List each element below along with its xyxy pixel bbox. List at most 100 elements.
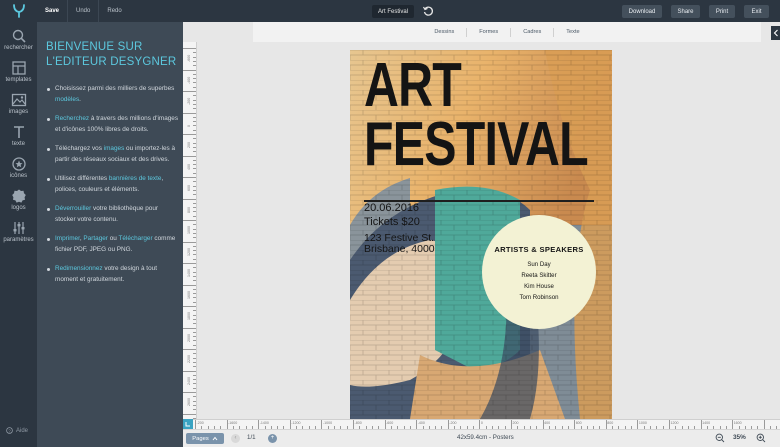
poster-tickets[interactable]: Tickets $20 — [364, 216, 420, 228]
rail-label: logos — [11, 205, 26, 211]
share-button[interactable]: Share — [671, 5, 700, 18]
poster-title-art[interactable]: ART — [364, 55, 462, 117]
document-title[interactable]: Art Festival — [372, 5, 415, 18]
download-link[interactable]: Télécharger — [118, 235, 152, 242]
search-link[interactable]: Recherchez — [55, 115, 89, 122]
ruler-tick — [193, 60, 196, 62]
ruler-corner-button[interactable] — [183, 419, 193, 429]
ruler-tick — [511, 420, 512, 429]
ruler-tick — [193, 344, 196, 346]
rail-item-icons[interactable]: icônes — [0, 156, 37, 186]
ruler-tick — [193, 361, 196, 363]
rail-label: texte — [11, 141, 25, 147]
zoom-in-icon[interactable] — [756, 433, 766, 443]
poster-title-festival[interactable]: FESTIVAL — [364, 114, 589, 176]
ruler-label: 400 — [187, 163, 191, 170]
workspace: Dessins Formes Cadres Texte -600 -400 -200… — [183, 22, 780, 447]
zoom-out-icon[interactable] — [715, 433, 725, 443]
rail-item-templates[interactable]: templates — [0, 60, 37, 90]
poster-address-line2[interactable]: Brisbane, 4000 — [364, 243, 435, 255]
ruler-tick — [193, 194, 196, 195]
ruler-tick — [193, 121, 196, 122]
rail-item-logos[interactable]: logos — [0, 188, 37, 218]
print-button[interactable]: Print — [709, 5, 735, 18]
print-link[interactable]: Imprimer — [55, 235, 80, 242]
ruler-tick — [193, 374, 196, 376]
tab-frames[interactable]: Cadres — [523, 29, 541, 35]
ruler-tick — [183, 177, 196, 178]
help-link[interactable]: ? Aide — [6, 427, 28, 434]
tab-text[interactable]: Texte — [566, 29, 579, 35]
ruler-tick — [193, 336, 196, 337]
ruler-tick — [193, 99, 196, 101]
ruler-tick — [321, 420, 322, 429]
tab-drawings[interactable]: Dessins — [434, 29, 454, 35]
ruler-tick — [732, 420, 733, 429]
desygner-logo[interactable] — [0, 0, 37, 22]
exit-button[interactable]: Exit — [744, 5, 769, 18]
tab-shapes[interactable]: Formes — [479, 29, 498, 35]
ruler-tick — [183, 241, 196, 243]
ruler-tick — [193, 366, 196, 367]
text-banners-link[interactable]: bannières de texte — [109, 175, 162, 182]
ruler-label: -200 — [196, 421, 204, 425]
ruler-tick — [193, 125, 196, 126]
unlock-link[interactable]: Déverrouiller — [55, 205, 91, 212]
previous-page-button[interactable]: ‹ — [231, 434, 240, 443]
ruler-tick — [183, 134, 196, 135]
bottom-bar: Pages ‹ 1/1 + 42x59.4cm - Posters 35% — [183, 429, 780, 447]
share-link[interactable]: Partager — [83, 235, 108, 242]
ruler-tick — [183, 69, 196, 71]
tab-divider — [553, 27, 555, 37]
ruler-icon — [185, 422, 190, 427]
ruler-label: 1000 — [187, 226, 191, 234]
history-icon[interactable] — [422, 5, 434, 17]
speaker-name: Tom Robinson — [519, 294, 559, 301]
rail-item-search[interactable]: rechercher — [0, 28, 37, 58]
ruler-tick — [193, 258, 196, 260]
rail-item-text[interactable]: texte — [0, 124, 37, 154]
ruler-label: 0 — [480, 421, 483, 425]
list-item: Recherchez à travers des millions d'imag… — [45, 114, 179, 135]
download-button[interactable]: Download — [622, 5, 662, 18]
pages-button[interactable]: Pages — [186, 433, 224, 444]
save-button[interactable]: Save — [37, 0, 69, 22]
redo-button[interactable]: Redo — [99, 0, 129, 22]
ruler-tick — [183, 306, 196, 307]
ruler-tick — [183, 349, 196, 350]
zoom-level[interactable]: 35% — [733, 434, 746, 441]
ruler-tick — [193, 164, 196, 165]
ruler-label: -600 — [386, 421, 394, 425]
svg-text:?: ? — [8, 428, 11, 433]
add-page-button[interactable]: + — [268, 434, 277, 443]
poster-canvas[interactable]: ART FESTIVAL 20.06.2016 Tickets $20 123 … — [350, 50, 612, 419]
undo-button[interactable]: Undo — [68, 0, 100, 22]
ruler-tick — [193, 211, 196, 212]
ruler-label: 1200 — [187, 247, 191, 256]
templates-link[interactable]: modèles — [55, 96, 79, 103]
rail-item-images[interactable]: images — [0, 92, 37, 122]
collapse-panel-button[interactable] — [771, 26, 780, 40]
resize-link[interactable]: Redimensionnez — [55, 265, 103, 272]
ruler-label: 800 — [187, 206, 191, 213]
poster-date[interactable]: 20.06.2016 — [364, 202, 419, 214]
ruler-label: -400 — [417, 421, 425, 425]
document-size[interactable]: 42x59.4cm - Posters — [457, 434, 514, 441]
ruler-tick — [193, 404, 196, 406]
ruler-tick — [700, 420, 702, 429]
speakers-circle[interactable]: ARTISTS & SPEAKERS Sun Day Reeta Skitter… — [482, 215, 596, 329]
ruler-tick — [183, 112, 196, 114]
rail-item-settings[interactable]: paramètres — [0, 220, 37, 250]
ruler-label: -200 — [449, 421, 457, 425]
images-link[interactable]: images — [104, 145, 125, 152]
list-item: Déverrouiller votre bibliothèque pour st… — [45, 204, 179, 225]
ruler-tick — [193, 108, 196, 109]
ruler-tick — [183, 263, 196, 264]
ruler-tick — [193, 379, 196, 380]
ruler-tick — [193, 310, 196, 311]
ruler-tick — [193, 271, 196, 273]
ruler-tick — [193, 340, 196, 341]
ruler-label: 600 — [187, 185, 191, 191]
list-item: Choisissez parmi des milliers de superbe… — [45, 84, 179, 105]
ruler-label: -400 — [187, 76, 191, 84]
